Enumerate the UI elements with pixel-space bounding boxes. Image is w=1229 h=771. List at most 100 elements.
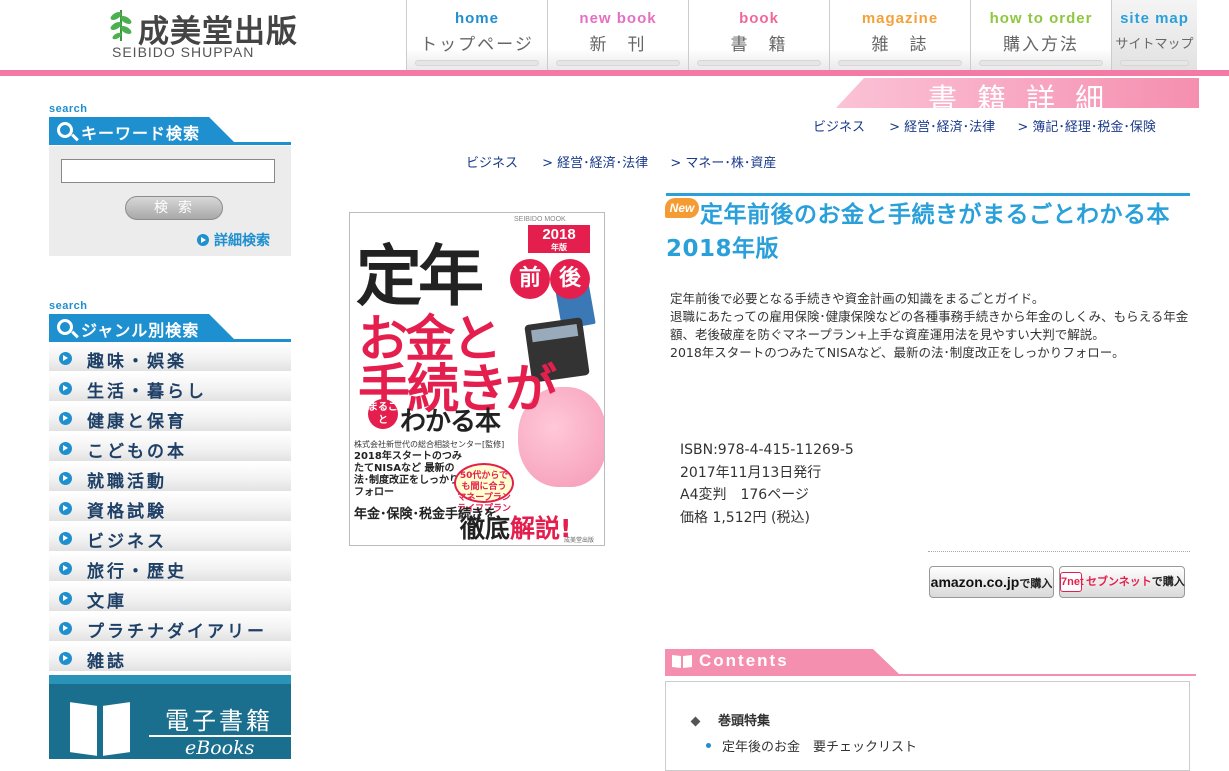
- ebooks-banner[interactable]: 電子書籍 eBooks: [49, 675, 291, 759]
- nav-item-book[interactable]: book 書 籍: [688, 0, 829, 70]
- nav-item-japanese-label: トップページ: [420, 35, 534, 55]
- detail-top-rule: [666, 193, 1190, 196]
- buy-amazon-button[interactable]: amazon.co.jpで購入: [929, 566, 1054, 598]
- sevennet-logo: 7net: [1060, 572, 1084, 592]
- book-cover-image[interactable]: SEIBIDO MOOK 2018 年版 定年 前 後 お金と 手続きが まるごと…: [349, 212, 605, 546]
- arrow-circle-icon: [59, 652, 72, 665]
- genre-item[interactable]: 生活・暮らし: [49, 373, 291, 403]
- book-isbn: ISBN:978-4-415-11269-5: [680, 442, 854, 458]
- cover-publisher: 成美堂出版: [564, 537, 595, 544]
- genre-item[interactable]: 旅行・歴史: [49, 553, 291, 583]
- genre-item[interactable]: 趣味・娯楽: [49, 343, 291, 373]
- contents-panel: 巻頭特集 定年後のお金 要チェックリスト: [665, 681, 1190, 771]
- nav-item-new-book[interactable]: new book 新 刊: [547, 0, 688, 70]
- cover-series: SEIBIDO MOOK: [514, 216, 566, 223]
- breadcrumb-link[interactable]: > マネー･株･資産: [670, 156, 776, 171]
- genre-search-title: ジャンル別検索: [81, 321, 200, 340]
- search-icon: [57, 319, 73, 335]
- arrow-circle-icon: [59, 412, 72, 425]
- buy-sevennet-button[interactable]: 7net セブンネットで購入: [1059, 566, 1185, 598]
- arrow-circle-icon: [59, 502, 72, 515]
- contents-item: 定年後のお金 要チェックリスト: [722, 740, 918, 755]
- nav-item-magazine[interactable]: magazine 雑 誌: [829, 0, 970, 70]
- breadcrumb-link[interactable]: > 経営･経済･法律: [889, 120, 995, 135]
- genre-item-label: ビジネス: [87, 532, 167, 552]
- nav-item-japanese-label: 購入方法: [1003, 35, 1079, 55]
- genre-item[interactable]: 文庫: [49, 583, 291, 613]
- genre-item[interactable]: プラチナダイアリー: [49, 613, 291, 643]
- keyword-search-title: キーワード検索: [81, 124, 201, 143]
- section-banner-title: 書籍詳細: [928, 82, 1125, 116]
- breadcrumb-link[interactable]: > 経営･経済･法律: [542, 156, 648, 171]
- genre-search-header: ジャンル別検索: [49, 314, 291, 342]
- buy-divider: [928, 551, 1190, 552]
- nav-item-home[interactable]: home トップページ: [406, 0, 547, 70]
- cover-title-line4: わかる本: [400, 407, 501, 437]
- cover-year-suffix: 年版: [551, 243, 567, 252]
- ebooks-title-ja: 電子書籍: [165, 707, 273, 735]
- diamond-bullet-icon: [690, 716, 701, 727]
- genre-item-label: 文庫: [87, 592, 127, 612]
- cover-title-mae: 前: [510, 259, 550, 299]
- arrow-circle-icon: [59, 622, 72, 635]
- nav-item-bar: [979, 60, 1103, 66]
- contents-section-title: 巻頭特集: [718, 714, 771, 729]
- sevennet-buy-label: で購入: [1151, 575, 1185, 588]
- keyword-search-button[interactable]: 検索: [125, 196, 223, 220]
- amazon-logo: amazon.co.jp: [930, 574, 1020, 590]
- new-badge: New: [665, 198, 699, 218]
- genre-list: 趣味・娯楽生活・暮らし 健康と保育こどもの本就職活動資格試験ビジネス旅行・歴史文庫…: [49, 343, 291, 673]
- genre-item[interactable]: こどもの本: [49, 433, 291, 463]
- arrow-circle-icon: [59, 562, 72, 575]
- book-format: A4変判 176ページ: [680, 487, 809, 503]
- arrow-circle-icon: [59, 382, 72, 395]
- advanced-search-link[interactable]: 詳細検索: [197, 230, 270, 250]
- genre-item-label: 生活・暮らし: [87, 382, 207, 402]
- genre-item-label: 健康と保育: [87, 412, 187, 432]
- nav-item-how-to-order[interactable]: how to order 購入方法: [970, 0, 1111, 70]
- breadcrumb-secondary: ビジネス > 経営･経済･法律 > マネー･株･資産: [466, 152, 776, 171]
- genre-item[interactable]: ビジネス: [49, 523, 291, 553]
- dot-bullet-icon: [706, 743, 711, 748]
- open-book-icon: [68, 699, 132, 759]
- nav-item-bar: [556, 60, 680, 66]
- cover-bubble: 50代からでも間に合う マネープラン ライフプラン: [454, 463, 514, 514]
- cover-year: 2018: [542, 226, 576, 243]
- breadcrumb-link[interactable]: > 簿記･経理･税金･保険: [1017, 120, 1156, 135]
- genre-item[interactable]: 就職活動: [49, 463, 291, 493]
- cover-kaisetsu: 解説!: [510, 514, 572, 543]
- logo-english: SEIBIDO SHUPPAN: [112, 44, 255, 60]
- book-meta: ISBN:978-4-415-11269-5 2017年11月13日発行 A4変…: [680, 439, 854, 529]
- arrow-circle-icon: [197, 234, 209, 246]
- genre-item[interactable]: 健康と保育: [49, 403, 291, 433]
- cover-tettei: 徹底: [460, 514, 511, 543]
- book-description: 定年前後で必要となる手続きや資金計画の知識をまるごとガイド。 退職にあたっての雇…: [670, 290, 1190, 362]
- genre-item[interactable]: 資格試験: [49, 493, 291, 523]
- genre-item[interactable]: 雑誌: [49, 643, 291, 673]
- genre-item-label: 就職活動: [87, 472, 167, 492]
- cover-year-badge: 2018 年版: [528, 225, 590, 253]
- breadcrumb-link[interactable]: ビジネス: [813, 120, 865, 135]
- genre-item-label: 資格試験: [87, 502, 167, 522]
- cover-supervisor: 株式会社新世代の総合相談センター[監修]: [354, 440, 505, 449]
- contents-header: Contents: [665, 649, 1196, 677]
- search-icon: [57, 122, 73, 138]
- site-logo[interactable]: 成美堂出版 SEIBIDO SHUPPAN: [108, 4, 328, 64]
- nav-item-english-label: magazine: [861, 10, 939, 27]
- nav-item-english-label: new book: [579, 10, 657, 27]
- cover-title-go: 後: [550, 259, 590, 299]
- nav-item-bar: [1120, 60, 1189, 66]
- breadcrumb-link[interactable]: ビジネス: [466, 156, 518, 171]
- arrow-circle-icon: [59, 352, 72, 365]
- ebooks-title-en: eBooks: [185, 737, 255, 759]
- keyword-search-panel: 検索 詳細検索: [49, 146, 291, 256]
- arrow-circle-icon: [59, 472, 72, 485]
- nav-item-site-map[interactable]: site map サイトマップ: [1111, 0, 1197, 70]
- keyword-search-caption: search: [49, 103, 88, 115]
- arrow-circle-icon: [59, 442, 72, 455]
- nav-item-english-label: site map: [1120, 10, 1189, 27]
- keyword-search-input[interactable]: [61, 159, 275, 183]
- genre-item-label: こどもの本: [87, 442, 187, 462]
- amazon-buy-label: で購入: [1019, 577, 1053, 590]
- genre-item-label: 旅行・歴史: [87, 562, 187, 582]
